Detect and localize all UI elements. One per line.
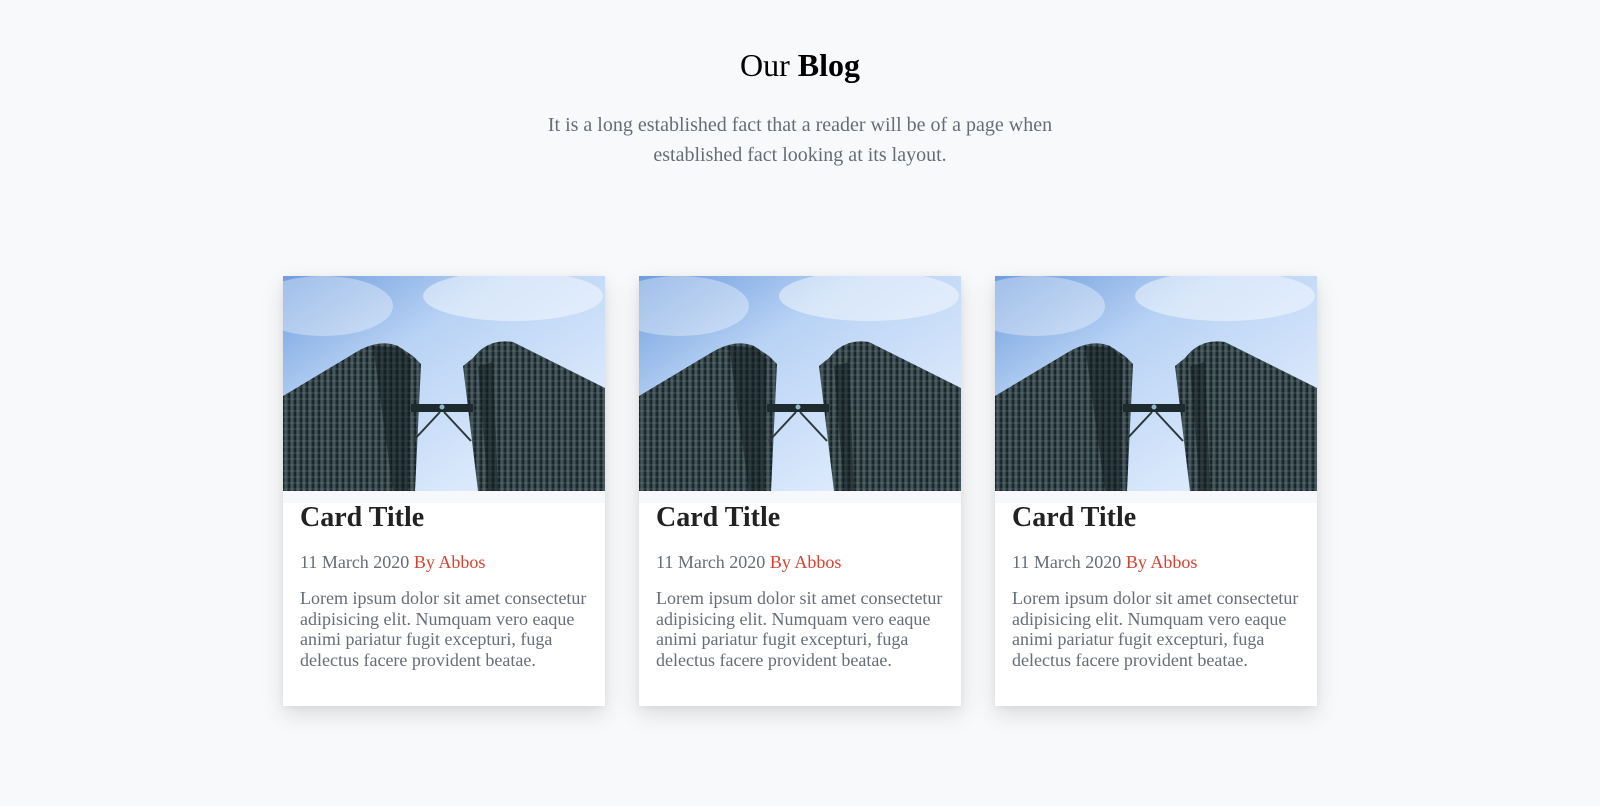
card-excerpt: Lorem ipsum dolor sit amet consectetur a…: [1012, 588, 1299, 670]
card-author-link[interactable]: By Abbos: [770, 552, 842, 572]
blog-card[interactable]: Card Title 11 March 2020 By Abbos Lorem …: [995, 276, 1317, 706]
title-regular: Our: [740, 47, 790, 83]
card-image: [995, 276, 1317, 491]
card-title[interactable]: Card Title: [1012, 500, 1136, 536]
card-image: [639, 276, 961, 491]
card-meta: 11 March 2020 By Abbos: [1012, 550, 1197, 574]
card-excerpt: Lorem ipsum dolor sit amet consectetur a…: [300, 588, 587, 670]
title-bold: Blog: [797, 47, 860, 83]
card-author-link[interactable]: By Abbos: [1126, 552, 1198, 572]
card-date: 11 March 2020: [656, 552, 766, 572]
card-meta: 11 March 2020 By Abbos: [300, 550, 485, 574]
card-meta: 11 March 2020 By Abbos: [656, 550, 841, 574]
blog-card-list: Card Title 11 March 2020 By Abbos Lorem …: [283, 276, 1317, 706]
card-date: 11 March 2020: [300, 552, 410, 572]
page-title: Our Blog: [0, 45, 1600, 85]
blog-card[interactable]: Card Title 11 March 2020 By Abbos Lorem …: [283, 276, 605, 706]
card-excerpt: Lorem ipsum dolor sit amet consectetur a…: [656, 588, 943, 670]
card-title[interactable]: Card Title: [656, 500, 780, 536]
card-title[interactable]: Card Title: [300, 500, 424, 536]
blog-card[interactable]: Card Title 11 March 2020 By Abbos Lorem …: [639, 276, 961, 706]
page-subtitle: It is a long established fact that a rea…: [547, 114, 1053, 166]
twin-towers-photo-icon: [995, 276, 1317, 491]
card-image: [283, 276, 605, 491]
card-date: 11 March 2020: [1012, 552, 1122, 572]
twin-towers-photo-icon: [283, 276, 605, 491]
twin-towers-photo-icon: [639, 276, 961, 491]
card-author-link[interactable]: By Abbos: [414, 552, 486, 572]
